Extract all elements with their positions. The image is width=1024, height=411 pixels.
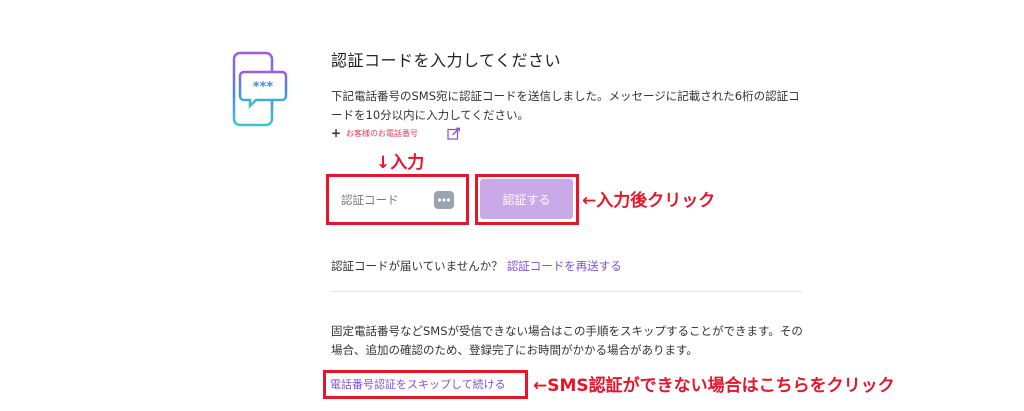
annotation-sms-fail: ←SMS認証ができない場合はこちらをクリック — [533, 376, 895, 396]
phone-number-label: お客様のお電話番号 — [346, 128, 418, 138]
verify-button[interactable]: 認証する — [480, 179, 573, 219]
resend-question: 認証コードが届いていませんか？ — [331, 259, 503, 273]
instructions-text: 下記電話番号のSMS宛に認証コードを送信しました。メッセージに記載された6桁の認… — [331, 89, 800, 122]
phone-password-icon: *** — [232, 51, 288, 127]
page-title: 認証コードを入力してください — [331, 51, 562, 70]
resend-code-link[interactable]: 認証コードを再送する — [507, 259, 622, 273]
password-dots-icon[interactable] — [434, 191, 454, 209]
svg-text:***: *** — [253, 80, 274, 95]
skip-description: 固定電話番号などSMSが受信できない場合はこの手順をスキップすることができます。… — [331, 324, 803, 357]
edit-icon[interactable] — [447, 127, 460, 140]
phone-number-row: + お客様のお電話番号 — [331, 126, 460, 140]
plus-label: + — [331, 126, 342, 140]
divider — [331, 291, 803, 292]
annotation-input: ↓入力 — [376, 153, 425, 173]
skip-verification-link[interactable]: 電話番号認証をスキップして続ける — [330, 376, 506, 392]
resend-row: 認証コードが届いていませんか？ 認証コードを再送する — [331, 258, 622, 274]
annotation-click-after-input: ←入力後クリック — [582, 191, 716, 211]
